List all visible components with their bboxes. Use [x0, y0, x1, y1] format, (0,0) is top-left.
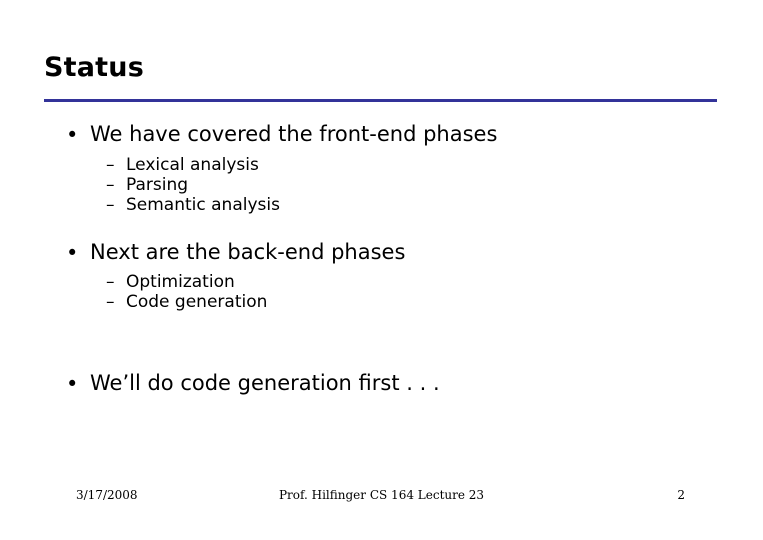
sublist: – Lexical analysis – Parsing – Semantic … [44, 155, 724, 215]
bullet-dot-icon: • [66, 123, 79, 147]
bullet-level1-text: We have covered the front-end phases [90, 122, 498, 146]
footer-center-text: Prof. Hilfinger CS 164 Lecture 23 [278, 488, 485, 502]
bullet-level1: • Next are the back-end phases [44, 239, 724, 265]
bullet-dot-icon: • [66, 372, 79, 397]
slide: Status • We have covered the front-end p… [0, 0, 763, 540]
page-title: Status [44, 52, 144, 83]
sublist: – Optimization – Code generation [44, 272, 724, 312]
bullet-level1-text: We’ll do code generation first . . . [90, 371, 440, 396]
footer-page-number: 2 [677, 488, 685, 502]
bullet-dot-icon: • [66, 240, 79, 265]
bullet-level2: – Parsing [44, 175, 724, 195]
dash-icon: – [106, 174, 115, 195]
bullet-level2: – Semantic analysis [44, 195, 724, 215]
slide-footer: 3/17/2008 Prof. Hilfinger CS 164 Lecture… [0, 488, 763, 508]
bullet-level1-text: Next are the back-end phases [90, 239, 406, 264]
bullet-level2: – Optimization [44, 272, 724, 292]
bullet-level2: – Lexical analysis [44, 155, 724, 175]
bullet-level1: • We have covered the front-end phases [44, 122, 724, 147]
bullet-level2: – Code generation [44, 292, 724, 312]
bullet-level1: • We’ll do code generation first . . . [44, 372, 724, 396]
dash-icon: – [106, 272, 115, 293]
bullet-level2-text: Optimization [126, 272, 235, 293]
dash-icon: – [106, 292, 115, 313]
slide-body: • We have covered the front-end phases –… [44, 122, 724, 402]
bullet-level2-text: Parsing [126, 174, 189, 195]
title-divider [44, 99, 717, 102]
bullet-level2-text: Lexical analysis [126, 154, 259, 175]
dash-icon: – [106, 154, 115, 175]
bullet-level2-text: Code generation [126, 292, 268, 313]
bullet-level2-text: Semantic analysis [126, 194, 280, 215]
dash-icon: – [106, 194, 115, 215]
